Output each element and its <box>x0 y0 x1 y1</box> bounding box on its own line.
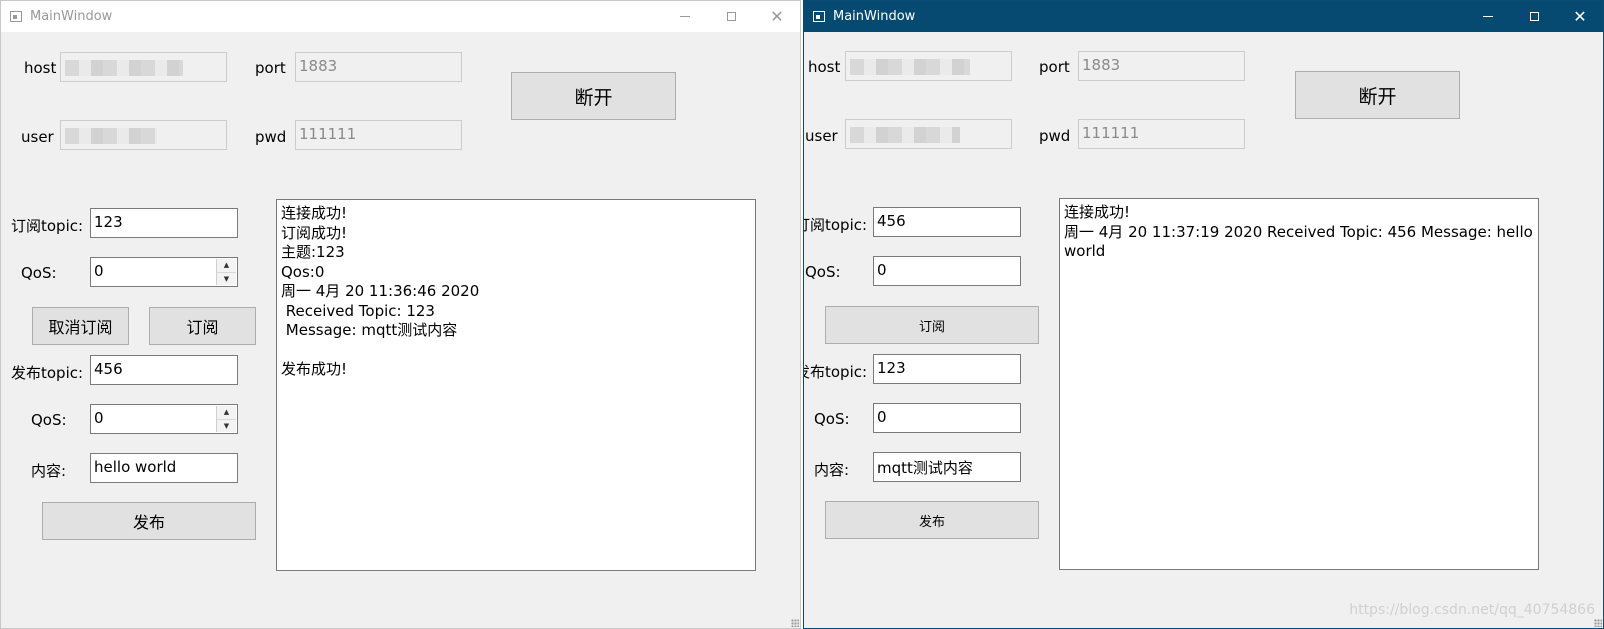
watermark-text: https://blog.csdn.net/qq_40754866 <box>1349 602 1595 618</box>
redacted-user <box>65 128 157 144</box>
message-log[interactable]: 连接成功! 周一 4月 20 11:37:19 2020 Received Top… <box>1059 198 1539 570</box>
log-line: 周一 4月 20 11:37:19 2020 Received Topic: 4… <box>1064 222 1538 261</box>
subscribe-qos-spin-buttons[interactable]: ▲ ▼ <box>216 259 236 285</box>
user-field[interactable] <box>60 120 227 150</box>
spin-down-icon[interactable]: ▼ <box>217 419 236 432</box>
content-label: 内容: <box>31 462 67 480</box>
maximize-icon <box>726 12 736 21</box>
port-field[interactable]: 1883 <box>295 52 462 82</box>
publish-topic-label: 发布topic: <box>804 363 868 381</box>
port-label: port <box>255 59 286 77</box>
publish-button[interactable]: 发布 <box>825 501 1039 539</box>
publish-qos-spin-buttons[interactable]: ▲ ▼ <box>216 406 236 432</box>
close-button[interactable]: ✕ <box>754 1 800 32</box>
subscribe-topic-label: 订阅topic: <box>804 216 868 234</box>
subscribe-topic-label: 订阅topic: <box>11 217 84 235</box>
spin-up-icon[interactable]: ▲ <box>217 406 236 420</box>
maximize-button[interactable] <box>708 1 754 32</box>
maximize-icon <box>1529 12 1539 21</box>
publish-button[interactable]: 发布 <box>42 502 256 540</box>
user-field[interactable] <box>845 119 1012 149</box>
subscribe-qos-label: QoS: <box>21 264 57 282</box>
title-bar[interactable]: MainWindow ✕ <box>804 1 1603 32</box>
publish-qos-value: 0 <box>94 409 104 427</box>
disconnect-button[interactable]: 断开 <box>511 72 676 120</box>
log-line: 订阅成功! <box>281 223 348 242</box>
publish-qos-input[interactable]: 0 <box>873 403 1021 433</box>
redacted-user <box>850 127 960 143</box>
publish-qos-label: QoS: <box>814 410 850 428</box>
minimize-icon <box>680 16 690 17</box>
subscribe-qos-label: QoS: <box>805 263 841 281</box>
log-line: Qos:0 <box>281 262 325 281</box>
title-bar[interactable]: MainWindow ✕ <box>1 1 800 32</box>
user-label: user <box>805 127 838 145</box>
port-field[interactable]: 1883 <box>1078 51 1245 81</box>
spin-up-icon[interactable]: ▲ <box>217 259 236 273</box>
close-button[interactable]: ✕ <box>1557 1 1603 32</box>
size-grip[interactable] <box>791 619 799 627</box>
maximize-button[interactable] <box>1511 1 1557 32</box>
close-icon: ✕ <box>770 6 784 26</box>
user-label: user <box>21 128 54 146</box>
log-line: Received Topic: 123 <box>281 301 435 320</box>
publish-topic-input[interactable]: 123 <box>873 354 1021 384</box>
log-line: 周一 4月 20 11:36:46 2020 <box>281 282 480 300</box>
subscribe-button[interactable]: 订阅 <box>825 306 1039 344</box>
content-input[interactable]: hello world <box>90 453 238 483</box>
log-line: 发布成功! <box>281 360 348 378</box>
publish-topic-input[interactable]: 456 <box>90 355 238 385</box>
host-label: host <box>24 59 57 77</box>
publish-qos-label: QoS: <box>31 411 67 429</box>
close-icon: ✕ <box>1573 6 1587 26</box>
host-field[interactable] <box>845 51 1012 81</box>
subscribe-button[interactable]: 订阅 <box>149 307 256 345</box>
port-label: port <box>1039 58 1070 76</box>
main-window-left: MainWindow ✕ host port 1883 user pwd 111… <box>0 0 801 629</box>
content-label: 内容: <box>814 461 850 479</box>
redacted-host <box>65 60 183 76</box>
publish-qos-spinbox[interactable]: 0 ▲ ▼ <box>90 404 238 434</box>
size-grip[interactable] <box>1594 619 1602 627</box>
pwd-label: pwd <box>1039 127 1071 145</box>
pwd-field[interactable]: 111111 <box>295 120 462 150</box>
disconnect-button[interactable]: 断开 <box>1295 71 1460 119</box>
unsubscribe-button[interactable]: 取消订阅 <box>32 307 129 345</box>
subscribe-qos-spinbox[interactable]: 0 ▲ ▼ <box>90 257 238 287</box>
spin-down-icon[interactable]: ▼ <box>217 272 236 285</box>
window-app-icon <box>813 11 825 22</box>
minimize-button[interactable] <box>1465 1 1511 32</box>
main-window-right: MainWindow ✕ host port 1883 user pwd 111… <box>803 0 1604 629</box>
subscribe-topic-input[interactable]: 123 <box>90 208 238 238</box>
pwd-field[interactable]: 111111 <box>1078 119 1245 149</box>
publish-topic-label: 发布topic: <box>11 364 84 382</box>
subscribe-qos-input[interactable]: 0 <box>873 256 1021 286</box>
content-input[interactable]: mqtt测试内容 <box>873 452 1021 482</box>
log-line: 连接成功! <box>281 204 348 222</box>
pwd-label: pwd <box>255 128 287 146</box>
window-app-icon <box>10 11 22 22</box>
host-field[interactable] <box>60 52 227 82</box>
minimize-button[interactable] <box>662 1 708 32</box>
log-line: Message: mqtt测试内容 <box>281 321 458 339</box>
window-title: MainWindow <box>833 9 916 24</box>
redacted-host <box>850 59 970 75</box>
subscribe-topic-input[interactable]: 456 <box>873 207 1021 237</box>
log-line: 主题:123 <box>281 243 345 261</box>
message-log[interactable]: 连接成功! 订阅成功! 主题:123 Qos:0 周一 4月 20 11:36:46 2… <box>276 199 756 571</box>
window-title: MainWindow <box>30 9 113 24</box>
host-label: host <box>808 58 841 76</box>
log-line: 连接成功! <box>1064 203 1131 221</box>
subscribe-qos-value: 0 <box>94 262 104 280</box>
minimize-icon <box>1483 16 1493 17</box>
